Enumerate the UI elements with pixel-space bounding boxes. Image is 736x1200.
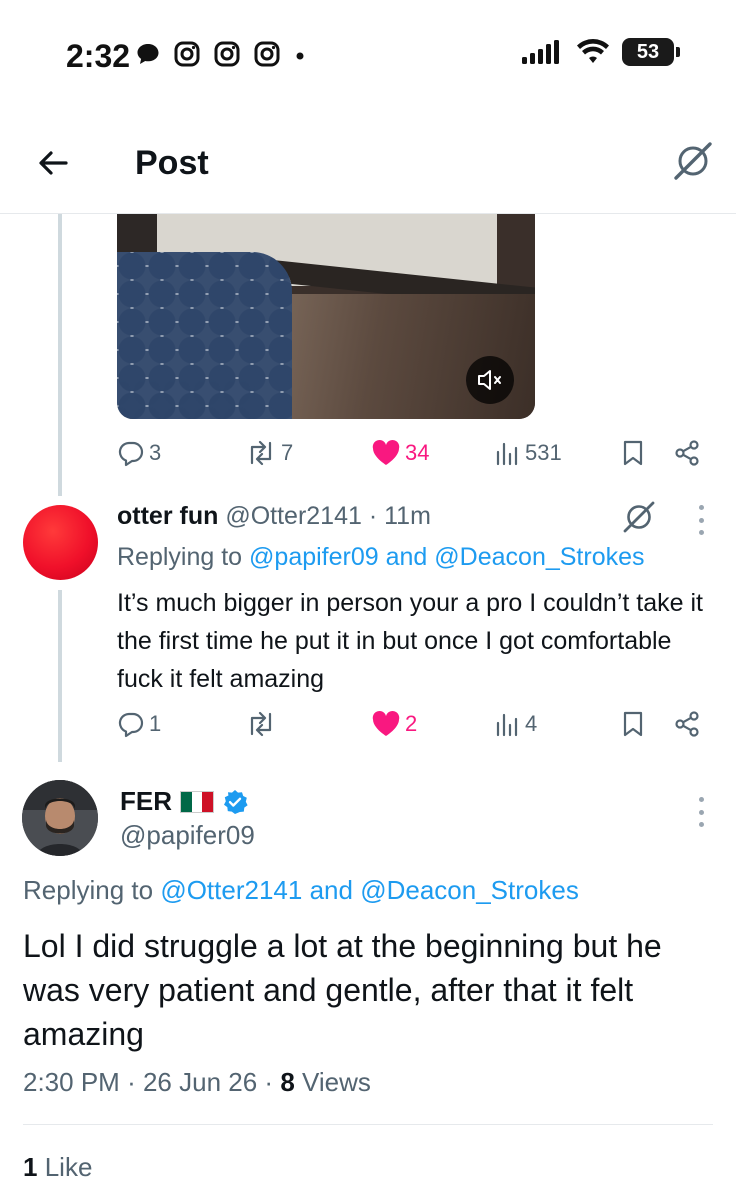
mention-link[interactable]: @Deacon_Strokes [360, 875, 579, 905]
verified-icon [224, 789, 248, 814]
views-icon [496, 442, 518, 466]
like-count: 34 [405, 440, 430, 465]
post-text: Lol I did struggle a lot at the beginnin… [23, 928, 662, 1052]
bookmark-icon [623, 711, 643, 737]
post-date: 26 Jun 26 [142, 1067, 258, 1097]
instagram-icon [174, 41, 200, 67]
author-name[interactable]: FER [120, 786, 172, 817]
author-handle[interactable]: @Otter2141 [225, 502, 362, 530]
heart-icon [372, 440, 400, 465]
share-button[interactable] [673, 704, 701, 744]
top-bar: Post [0, 110, 736, 214]
thread-line [58, 590, 62, 762]
views-count: 4 [525, 711, 538, 736]
more-icon[interactable] [697, 797, 705, 827]
repost-icon [250, 711, 272, 737]
views-label: Views [302, 1067, 371, 1097]
notification-icons [135, 40, 307, 68]
reply-button[interactable]: 3 [117, 433, 161, 473]
mention-link[interactable]: @Deacon_Strokes [434, 543, 644, 571]
mexico-flag-icon [180, 790, 214, 813]
message-bubble-icon [137, 44, 159, 64]
repost-button[interactable] [245, 704, 277, 744]
dot-icon [296, 52, 304, 60]
more-icon[interactable] [697, 505, 705, 535]
grok-icon[interactable] [622, 500, 656, 534]
reply-icon [118, 441, 144, 467]
author-handle[interactable]: @papifer09 [120, 820, 255, 851]
like-count: 2 [405, 711, 418, 736]
reply-count: 1 [149, 711, 162, 736]
replying-to: Replying to @Otter2141 and @Deacon_Strok… [23, 875, 579, 905]
mention-link[interactable]: @papifer09 [249, 543, 379, 571]
mute-icon [478, 370, 501, 390]
reply-author-line: otter fun @Otter2141 · 11m [117, 502, 431, 531]
reply-action-bar: 1 2 4 [117, 704, 707, 744]
repost-count: 7 [281, 440, 294, 465]
likes-summary[interactable]: 1 Like [23, 1152, 92, 1183]
reply-icon [118, 712, 144, 738]
avatar[interactable] [23, 505, 98, 580]
avatar[interactable] [22, 780, 98, 856]
reply-text: It’s much bigger in person your a pro I … [117, 589, 703, 693]
profile-photo [22, 780, 98, 856]
signal-icon [522, 40, 559, 64]
page-title: Post [135, 144, 209, 182]
replying-to: Replying to @papifer09 and @Deacon_Strok… [117, 543, 645, 571]
mute-button[interactable] [466, 356, 514, 404]
separator-dot: · [368, 502, 378, 530]
post-time: 11m [384, 502, 431, 530]
bookmark-button[interactable] [622, 704, 644, 744]
thread-line [58, 214, 62, 496]
status-bar: 2:32 53 [0, 0, 736, 110]
share-icon [675, 440, 699, 466]
likes-count: 1 [23, 1152, 38, 1182]
parent-action-bar: 3 7 34 531 [117, 433, 707, 473]
grok-icon[interactable] [672, 140, 714, 182]
views-button[interactable]: 531 [495, 433, 562, 473]
bookmark-icon [623, 440, 643, 466]
instagram-icon [254, 41, 280, 67]
instagram-icon [214, 41, 240, 67]
back-arrow-icon[interactable] [36, 146, 70, 180]
share-icon [675, 711, 699, 737]
like-button[interactable]: 2 [371, 704, 417, 744]
share-button[interactable] [673, 433, 701, 473]
views-count: 8 [280, 1067, 295, 1097]
author-name-line: FER [120, 786, 248, 817]
views-button[interactable]: 4 [495, 704, 537, 744]
wifi-icon [577, 39, 609, 63]
bookmark-button[interactable] [622, 433, 644, 473]
views-count: 531 [525, 440, 562, 465]
repost-button[interactable]: 7 [245, 433, 293, 473]
divider [23, 1124, 713, 1125]
reply-button[interactable]: 1 [117, 704, 161, 744]
repost-icon [250, 440, 272, 466]
post-time: 2:30 PM [23, 1067, 120, 1097]
battery-indicator: 53 [622, 38, 680, 66]
system-icons: 53 [520, 38, 680, 66]
battery-level: 53 [636, 40, 660, 63]
reply-count: 3 [149, 440, 162, 465]
author-name[interactable]: otter fun [117, 502, 218, 530]
status-time: 2:32 [66, 38, 131, 74]
like-button[interactable]: 34 [371, 433, 429, 473]
likes-label: Like [44, 1152, 93, 1182]
views-icon [496, 713, 518, 737]
post-meta: 2:30 PM · 26 Jun 26 · 8 Views [23, 1067, 371, 1097]
heart-icon [372, 711, 400, 736]
mention-link[interactable]: @Otter2141 [160, 875, 302, 905]
